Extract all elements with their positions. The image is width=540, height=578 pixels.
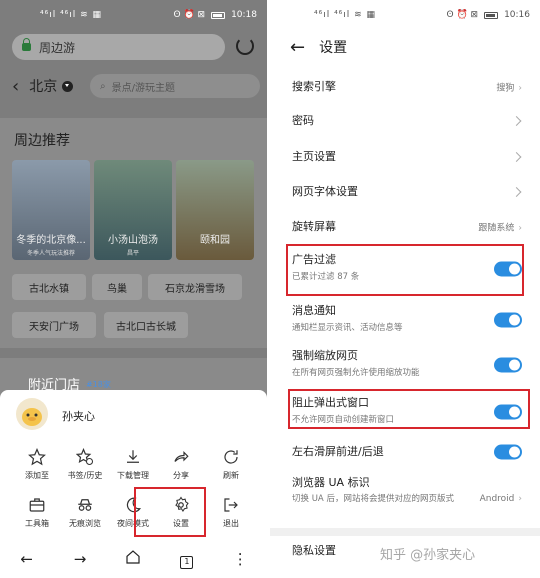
setting-search-engine[interactable]: 搜索引擎 搜狗 › [270, 72, 540, 102]
back-arrow-icon[interactable]: ← [290, 37, 305, 58]
chip-destination[interactable]: 天安门广场 [12, 312, 96, 338]
status-time: 10:18 [231, 10, 257, 20]
menu-bookmarks-history-button[interactable]: 书签/历史 [64, 446, 106, 481]
thumb-subcaption: 冬季人气玩法推荐 [26, 250, 75, 257]
left-phone-screen: ⁴⁶ıl ⁴⁶ıl ≋ ▦ ʘ ⏰ ⊠ 10:18 周边游 ‹ 北京 ⌕ 景点/… [0, 0, 267, 578]
back-arrow-icon[interactable]: ‹ [12, 76, 19, 97]
setting-password[interactable]: 密码 [270, 106, 540, 136]
ad-filter-highlight-box [286, 244, 524, 296]
address-bar[interactable]: 周边游 [12, 34, 225, 60]
swipe-navigation-toggle[interactable] [494, 444, 522, 460]
chevron-right-icon: › [518, 223, 522, 234]
chevron-right-icon: › [518, 494, 522, 504]
status-bar: ⁴⁶ıl ⁴⁶ıl ≋ ▦ ʘ ⏰ ⊠ 10:18 [0, 0, 267, 30]
more-icon[interactable]: ⋮ [220, 550, 260, 568]
setting-user-agent[interactable]: 浏览器 UA 标识 切换 UA 后，网站将会提供对应的网页版式 Android › [270, 474, 540, 524]
watermark: 知乎 @孙家夹心 [380, 548, 476, 563]
setting-value: 跟随系统 › [478, 223, 522, 234]
page-title: 设置 [319, 40, 348, 56]
share-icon [160, 446, 202, 468]
thumb-caption: 小汤山泡汤 [108, 235, 158, 246]
setting-value: Android › [479, 494, 522, 504]
tabs-button[interactable]: 1 [167, 550, 207, 569]
notifications-toggle[interactable] [494, 312, 522, 328]
chip-destination[interactable]: 鸟巢 [92, 274, 142, 300]
setting-rotate-screen[interactable]: 旋转屏幕 跟随系统 › [270, 212, 540, 242]
city-name[interactable]: 北京 [29, 76, 57, 96]
download-icon [112, 446, 154, 468]
setting-force-zoom[interactable]: 强制缩放网页 在所有网页强制允许使用缩放功能 [270, 347, 540, 383]
settings-highlight-box [134, 487, 206, 537]
status-time: 10:16 [504, 10, 530, 20]
battery-icon [211, 11, 226, 19]
address-title: 周边游 [39, 40, 76, 55]
lock-icon [22, 38, 31, 51]
section-separator [270, 528, 540, 536]
chip-destination[interactable]: 古北口古长城 [104, 312, 188, 338]
menu-add-to-button[interactable]: 添加至 [16, 446, 58, 481]
reload-icon[interactable] [236, 37, 254, 55]
home-icon[interactable] [113, 549, 153, 569]
section-title: 周边推荐 [14, 133, 70, 149]
back-arrow-icon[interactable]: ← [7, 550, 47, 568]
setting-notifications[interactable]: 消息通知 通知栏显示资讯、活动信息等 [270, 302, 540, 338]
browser-nav-bar: ← → 1 ⋮ [0, 540, 267, 578]
search-icon: ⌕ [100, 80, 106, 92]
menu-share-button[interactable]: 分享 [160, 446, 202, 481]
chip-destination[interactable]: 古北水镇 [12, 274, 86, 300]
menu-refresh-button[interactable]: 刷新 [210, 446, 252, 481]
status-icons: ʘ ⏰ ⊠ [173, 10, 206, 20]
menu-exit-button[interactable]: 退出 [210, 494, 252, 529]
setting-swipe-navigation[interactable]: 左右滑屏前进/后退 [270, 437, 540, 467]
tabs-count: 1 [180, 555, 194, 569]
settings-header: ← 设置 [270, 30, 540, 64]
menu-incognito-button[interactable]: 无痕浏览 [64, 494, 106, 529]
incognito-icon [64, 494, 106, 516]
status-bar: ⁴⁶ıl ⁴⁶ıl ≋ ▦ ʘ ⏰ ⊠ 10:16 [270, 0, 540, 30]
thumb-beijing-winter[interactable]: 冬季的北京像... 冬季人气玩法推荐 [12, 160, 90, 260]
avatar[interactable] [16, 398, 48, 430]
search-placeholder: 景点/游玩主题 [111, 82, 175, 94]
right-phone-screen: ⁴⁶ıl ⁴⁶ıl ≋ ▦ ʘ ⏰ ⊠ 10:16 ← 设置 搜索引擎 搜狗 › … [270, 0, 540, 578]
thumb-subcaption: 昌平 [126, 250, 139, 257]
chip-destination[interactable]: 石京龙滑雪场 [148, 274, 242, 300]
nearby-count: #18家 [86, 380, 111, 389]
status-icons: ʘ ⏰ ⊠ [446, 10, 479, 20]
toolbox-icon [16, 494, 58, 516]
menu-toolbox-button[interactable]: 工具箱 [16, 494, 58, 529]
setting-font[interactable]: 网页字体设置 [270, 177, 540, 207]
star-icon [16, 446, 58, 468]
forward-arrow-icon[interactable]: → [60, 550, 100, 568]
chevron-down-icon[interactable] [62, 80, 74, 92]
city-search-input[interactable]: ⌕ 景点/游玩主题 [90, 74, 260, 98]
force-zoom-toggle[interactable] [494, 357, 522, 373]
thumb-caption: 冬季的北京像... [16, 235, 86, 246]
setting-value: 搜狗 › [496, 83, 522, 94]
city-row: ‹ 北京 ⌕ 景点/游玩主题 [0, 66, 267, 106]
thumb-caption: 颐和园 [200, 235, 230, 246]
bookmark-history-icon [64, 446, 106, 468]
setting-homepage[interactable]: 主页设置 [270, 142, 540, 172]
signal-indicators: ⁴⁶ıl ⁴⁶ıl ≋ ▦ [40, 10, 103, 20]
signal-indicators: ⁴⁶ıl ⁴⁶ıl ≋ ▦ [314, 10, 377, 20]
thumb-summer-palace[interactable]: 颐和园 [176, 160, 254, 260]
block-popups-highlight-box [288, 389, 530, 429]
thumb-xiaotangshan[interactable]: 小汤山泡汤 昌平 [94, 160, 172, 260]
menu-downloads-button[interactable]: 下载管理 [112, 446, 154, 481]
refresh-icon [210, 446, 252, 468]
battery-icon [484, 11, 499, 19]
exit-icon [210, 494, 252, 516]
chevron-right-icon: › [518, 83, 522, 94]
username[interactable]: 孙夹心 [62, 408, 95, 424]
